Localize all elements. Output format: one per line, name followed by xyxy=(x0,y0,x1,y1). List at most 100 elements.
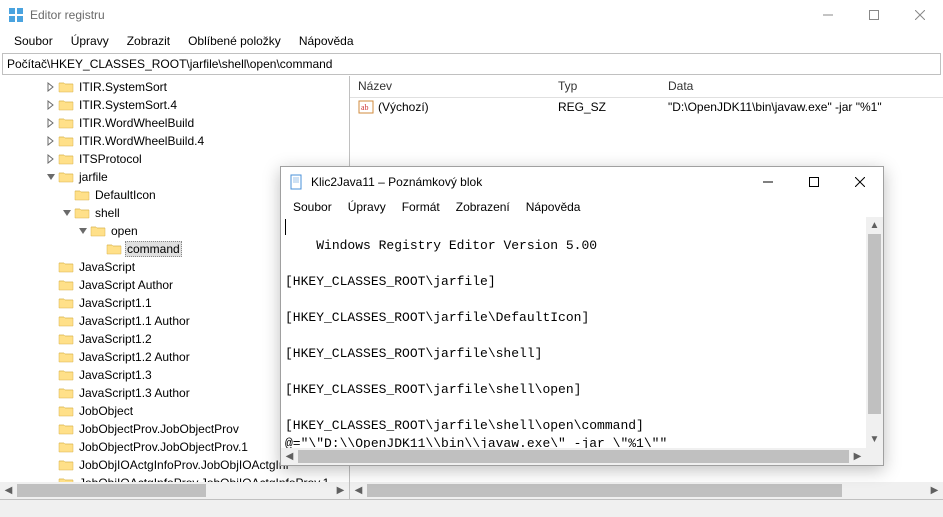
folder-icon xyxy=(90,224,106,238)
scroll-down-icon[interactable]: ▼ xyxy=(866,431,883,448)
tree-label: JobObjectProv.JobObjectProv.1 xyxy=(77,440,250,454)
folder-icon xyxy=(58,296,74,310)
regedit-menubar: Soubor Úpravy Zobrazit Oblíbené položky … xyxy=(0,30,943,52)
menu-help[interactable]: Nápověda xyxy=(291,32,362,50)
folder-icon xyxy=(58,368,74,382)
tree-label: JobObject xyxy=(77,404,135,418)
folder-icon xyxy=(58,386,74,400)
notepad-content[interactable]: Windows Registry Editor Version 5.00 [HK… xyxy=(281,217,883,465)
tree-label: ITIR.SystemSort xyxy=(77,80,169,94)
folder-icon xyxy=(58,80,74,94)
folder-icon xyxy=(74,206,90,220)
tree-toggle-icon[interactable] xyxy=(44,136,58,146)
svg-text:ab: ab xyxy=(361,103,369,112)
tree-label: JavaScript1.2 Author xyxy=(77,350,192,364)
np-menu-format[interactable]: Formát xyxy=(394,198,448,216)
menu-file[interactable]: Soubor xyxy=(6,32,61,50)
col-name[interactable]: Název xyxy=(350,76,550,97)
col-type[interactable]: Typ xyxy=(550,76,660,97)
menu-favorites[interactable]: Oblíbené položky xyxy=(180,32,289,50)
scroll-corner xyxy=(866,448,883,465)
tree-toggle-icon[interactable] xyxy=(60,208,74,218)
scroll-right-icon[interactable]: ▶ xyxy=(849,448,866,465)
folder-icon xyxy=(58,422,74,436)
text-caret xyxy=(285,219,286,235)
scroll-left-icon[interactable]: ◀ xyxy=(350,482,367,499)
scroll-right-icon[interactable]: ▶ xyxy=(332,482,349,499)
np-menu-view[interactable]: Zobrazení xyxy=(448,198,518,216)
scroll-up-icon[interactable]: ▲ xyxy=(866,217,883,234)
tree-label: JavaScript1.1 Author xyxy=(77,314,192,328)
notepad-menubar: Soubor Úpravy Formát Zobrazení Nápověda xyxy=(281,197,883,217)
tree-item[interactable]: ITIR.WordWheelBuild.4 xyxy=(0,132,349,150)
tree-label: JavaScript1.3 xyxy=(77,368,154,382)
notepad-app-icon xyxy=(289,174,305,190)
tree-label: ITIR.SystemSort.4 xyxy=(77,98,179,112)
tree-label: JobObjIOActgInfoProv.JobObjIOActgInf xyxy=(77,458,291,472)
tree-toggle-icon[interactable] xyxy=(44,154,58,164)
tree-toggle-icon[interactable] xyxy=(76,226,90,236)
tree-item[interactable]: ITIR.WordWheelBuild xyxy=(0,114,349,132)
notepad-close-button[interactable] xyxy=(837,167,883,197)
tree-toggle-icon[interactable] xyxy=(44,82,58,92)
notepad-minimize-button[interactable] xyxy=(745,167,791,197)
tree-toggle-icon[interactable] xyxy=(44,172,58,182)
folder-icon xyxy=(58,278,74,292)
tree-item[interactable]: ITIR.SystemSort xyxy=(0,78,349,96)
notepad-title: Klic2Java11 – Poznámkový blok xyxy=(311,175,745,189)
np-menu-edit[interactable]: Úpravy xyxy=(340,198,394,216)
folder-icon xyxy=(58,458,74,472)
folder-icon xyxy=(106,242,122,256)
scroll-left-icon[interactable]: ◀ xyxy=(0,482,17,499)
folder-icon xyxy=(58,116,74,130)
folder-icon xyxy=(58,314,74,328)
tree-label: JavaScript Author xyxy=(77,278,175,292)
tree-label: JobObjectProv.JobObjectProv xyxy=(77,422,241,436)
folder-icon xyxy=(58,404,74,418)
scroll-right-icon[interactable]: ▶ xyxy=(926,482,943,499)
address-bar[interactable]: Počítač\HKEY_CLASSES_ROOT\jarfile\shell\… xyxy=(2,53,941,75)
tree-label: JavaScript1.1 xyxy=(77,296,154,310)
value-name: (Výchozí) xyxy=(378,100,429,114)
regedit-titlebar: Editor registru xyxy=(0,0,943,30)
regedit-app-icon xyxy=(8,7,24,23)
menu-view[interactable]: Zobrazit xyxy=(119,32,178,50)
np-menu-help[interactable]: Nápověda xyxy=(518,198,589,216)
value-type: REG_SZ xyxy=(550,100,660,114)
address-text: Počítač\HKEY_CLASSES_ROOT\jarfile\shell\… xyxy=(7,57,332,71)
notepad-window[interactable]: Klic2Java11 – Poznámkový blok Soubor Úpr… xyxy=(280,166,884,466)
tree-label: ITSProtocol xyxy=(77,152,144,166)
value-data: "D:\OpenJDK11\bin\javaw.exe" -jar "%1" xyxy=(660,100,943,114)
folder-icon xyxy=(58,134,74,148)
folder-icon xyxy=(58,98,74,112)
tree-toggle-icon[interactable] xyxy=(44,118,58,128)
tree-label: ITIR.WordWheelBuild.4 xyxy=(77,134,206,148)
vscroll-thumb[interactable] xyxy=(868,234,881,414)
notepad-text: Windows Registry Editor Version 5.00 [HK… xyxy=(285,238,667,451)
tree-item[interactable]: ITIR.SystemSort.4 xyxy=(0,96,349,114)
folder-icon xyxy=(58,170,74,184)
folder-icon xyxy=(74,188,90,202)
tree-label: ITIR.WordWheelBuild xyxy=(77,116,196,130)
folder-icon xyxy=(58,152,74,166)
notepad-hscroll[interactable]: ◀ ▶ xyxy=(281,448,866,465)
hscroll-thumb[interactable] xyxy=(298,450,849,463)
tree-label: command xyxy=(125,241,182,257)
list-hscroll[interactable]: ◀ ▶ xyxy=(350,482,943,499)
value-row[interactable]: ab (Výchozí) REG_SZ"D:\OpenJDK11\bin\javaw… xyxy=(350,98,943,116)
menu-edit[interactable]: Úpravy xyxy=(63,32,117,50)
close-button[interactable] xyxy=(897,0,943,30)
maximize-button[interactable] xyxy=(851,0,897,30)
tree-toggle-icon[interactable] xyxy=(44,100,58,110)
scroll-left-icon[interactable]: ◀ xyxy=(281,448,298,465)
minimize-button[interactable] xyxy=(805,0,851,30)
tree-hscroll[interactable]: ◀ ▶ xyxy=(0,482,349,499)
notepad-maximize-button[interactable] xyxy=(791,167,837,197)
folder-icon xyxy=(58,260,74,274)
notepad-titlebar[interactable]: Klic2Java11 – Poznámkový blok xyxy=(281,167,883,197)
notepad-vscroll[interactable]: ▲ ▼ xyxy=(866,217,883,448)
folder-icon xyxy=(58,350,74,364)
col-data[interactable]: Data xyxy=(660,76,943,97)
tree-label: JavaScript xyxy=(77,260,137,274)
np-menu-file[interactable]: Soubor xyxy=(285,198,340,216)
